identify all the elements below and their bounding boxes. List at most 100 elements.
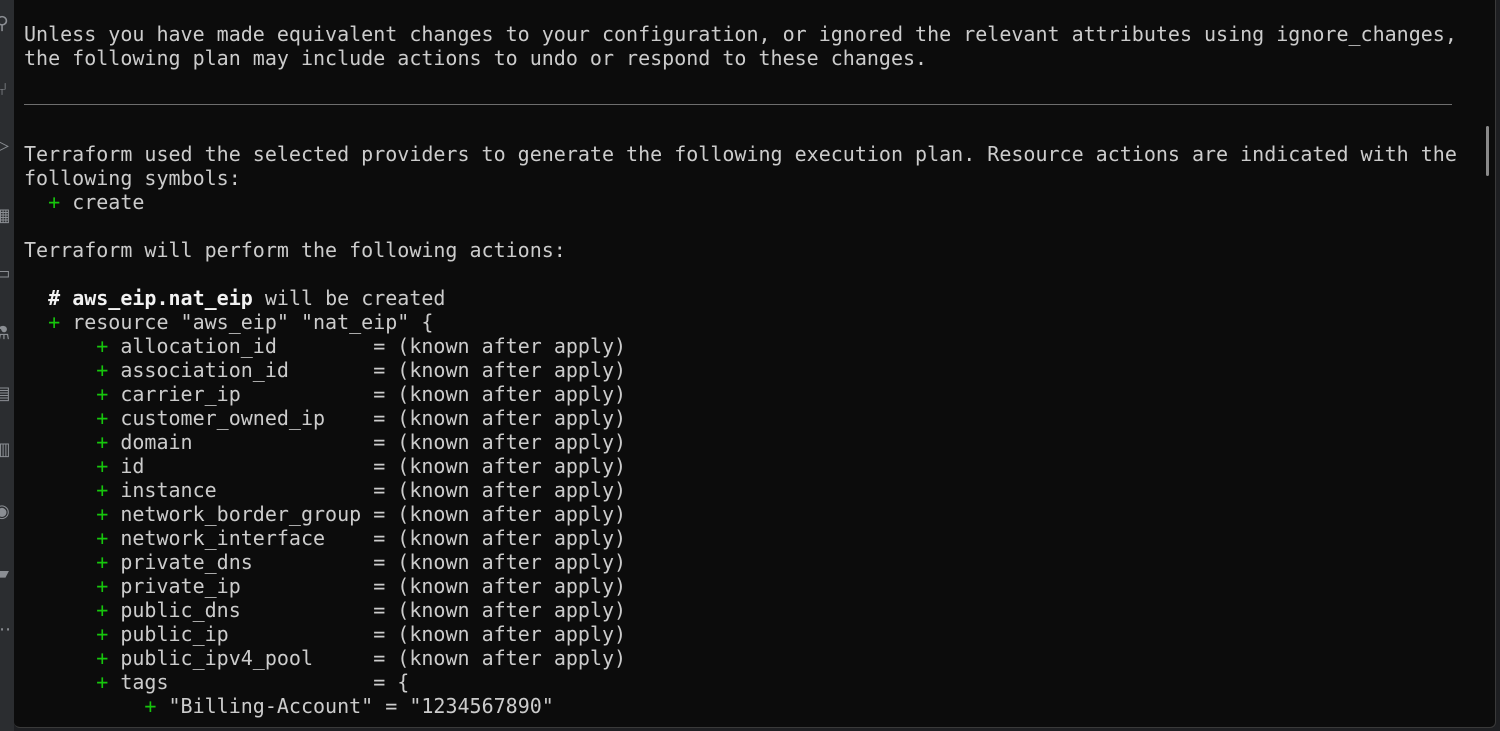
separator-line — [24, 104, 1452, 105]
plan-intro-line: Terraform used the selected providers to… — [24, 142, 1457, 166]
attribute-list: + allocation_id = (known after apply) + … — [24, 334, 1464, 694]
plus-symbol: + — [96, 526, 109, 550]
attribute-name: instance — [120, 478, 217, 502]
attribute-value: = (known after apply) — [373, 502, 627, 526]
attribute-value: = (known after apply) — [373, 478, 627, 502]
attribute-name: association_id — [120, 358, 289, 382]
attribute-name: network_interface — [120, 526, 326, 550]
symbol-legend: + create — [24, 190, 1464, 214]
comment-hash: # — [48, 286, 61, 310]
attribute-value: = (known after apply) — [373, 334, 627, 358]
attribute-value: = (known after apply) — [373, 622, 627, 646]
attribute-name: public_dns — [120, 598, 241, 622]
warning-line: Unless you have made equivalent changes … — [24, 22, 1457, 46]
attribute-name: public_ip — [120, 622, 229, 646]
source-control-icon[interactable]: ⑂ — [0, 80, 12, 100]
resource-comment: # aws_eip.nat_eip will be created — [24, 286, 1464, 310]
attribute-padding — [325, 526, 373, 550]
attribute-row: + association_id = (known after apply) — [24, 358, 1464, 382]
attribute-name: public_ipv4_pool — [120, 646, 313, 670]
plus-symbol: + — [96, 502, 109, 526]
attribute-row: + network_interface = (known after apply… — [24, 526, 1464, 550]
resource-comment-suffix: will be created — [264, 286, 446, 310]
actions-heading: Terraform will perform the following act… — [24, 238, 566, 262]
attribute-row: + private_ip = (known after apply) — [24, 574, 1464, 598]
attribute-row: + carrier_ip = (known after apply) — [24, 382, 1464, 406]
plus-symbol: + — [96, 670, 109, 694]
plus-symbol: + — [96, 454, 109, 478]
attribute-padding — [241, 382, 373, 406]
attribute-value: = (known after apply) — [373, 550, 627, 574]
search-icon[interactable]: ⚲ — [0, 14, 12, 34]
attribute-row: + public_ipv4_pool = (known after apply) — [24, 646, 1464, 670]
attribute-name: id — [120, 454, 145, 478]
attribute-value: = (known after apply) — [373, 526, 627, 550]
warning-line: the following plan may include actions t… — [24, 46, 928, 70]
attribute-padding — [253, 550, 373, 574]
attribute-name: allocation_id — [120, 334, 277, 358]
extensions-icon[interactable]: ▦ — [0, 206, 12, 226]
attribute-value: = (known after apply) — [373, 406, 627, 430]
attribute-row: + id = (known after apply) — [24, 454, 1464, 478]
plus-symbol: + — [96, 358, 109, 382]
plus-symbol: + — [96, 646, 109, 670]
attribute-padding — [361, 502, 373, 526]
plus-symbol: + — [96, 478, 109, 502]
terminal-icon[interactable]: ▭ — [0, 264, 12, 284]
attribute-row: + public_ip = (known after apply) — [24, 622, 1464, 646]
attribute-padding — [241, 598, 373, 622]
attribute-padding — [313, 646, 373, 670]
plus-symbol: + — [48, 190, 61, 214]
attribute-name: private_ip — [120, 574, 241, 598]
docker-icon[interactable]: ▰ — [0, 564, 12, 584]
attribute-value: = { — [373, 670, 410, 694]
attribute-name: tags — [120, 670, 169, 694]
attribute-row: + tags = { — [24, 670, 1464, 694]
plus-symbol: + — [96, 406, 109, 430]
activity-bar: ⚲ ⑂ ▷ ▦ ▭ ⚗ ▤ ▥ ◉ ▰ ⋯ — [0, 0, 14, 731]
attribute-row: + domain = (known after apply) — [24, 430, 1464, 454]
attribute-padding — [144, 454, 373, 478]
attribute-padding — [217, 478, 374, 502]
plus-symbol: + — [96, 574, 109, 598]
attribute-row: + instance = (known after apply) — [24, 478, 1464, 502]
attribute-row: + public_dns = (known after apply) — [24, 598, 1464, 622]
resource-address: aws_eip.nat_eip — [72, 286, 253, 310]
attribute-row: + private_dns = (known after apply) — [24, 550, 1464, 574]
attribute-padding — [277, 334, 373, 358]
attribute-value: = (known after apply) — [373, 646, 627, 670]
notebook-icon[interactable]: ▤ — [0, 384, 12, 404]
separator — [24, 70, 1464, 118]
tag-entry-text: "Billing-Account" = "1234567890" — [168, 694, 554, 718]
plus-symbol: + — [96, 622, 109, 646]
attribute-name: carrier_ip — [120, 382, 241, 406]
attribute-name: domain — [120, 430, 193, 454]
attribute-padding — [241, 574, 373, 598]
github-icon[interactable]: ◉ — [0, 502, 12, 522]
scrollbar-thumb[interactable] — [1486, 126, 1489, 176]
run-debug-icon[interactable]: ▷ — [0, 136, 12, 156]
plus-symbol: + — [96, 382, 109, 406]
plus-symbol: + — [96, 430, 109, 454]
attribute-name: network_border_group — [120, 502, 362, 526]
plan-intro-line: following symbols: — [24, 166, 241, 190]
testing-icon[interactable]: ⚗ — [0, 324, 12, 344]
attribute-row: + customer_owned_ip = (known after apply… — [24, 406, 1464, 430]
attribute-value: = (known after apply) — [373, 454, 627, 478]
attribute-padding — [229, 622, 374, 646]
attribute-value: = (known after apply) — [373, 574, 627, 598]
attribute-padding — [325, 406, 373, 430]
database-icon[interactable]: ▥ — [0, 440, 12, 460]
attribute-padding — [169, 670, 374, 694]
more-icon[interactable]: ⋯ — [0, 620, 12, 640]
attribute-value: = (known after apply) — [373, 382, 627, 406]
terminal-panel[interactable]: Unless you have made equivalent changes … — [14, 0, 1496, 728]
resource-declaration: + resource "aws_eip" "nat_eip" { — [24, 310, 1464, 334]
plus-symbol: + — [96, 550, 109, 574]
terminal-output: Unless you have made equivalent changes … — [24, 22, 1464, 718]
plus-symbol: + — [144, 694, 157, 718]
plus-symbol: + — [48, 310, 61, 334]
plus-symbol: + — [96, 598, 109, 622]
attribute-value: = (known after apply) — [373, 430, 627, 454]
plus-symbol: + — [96, 334, 109, 358]
